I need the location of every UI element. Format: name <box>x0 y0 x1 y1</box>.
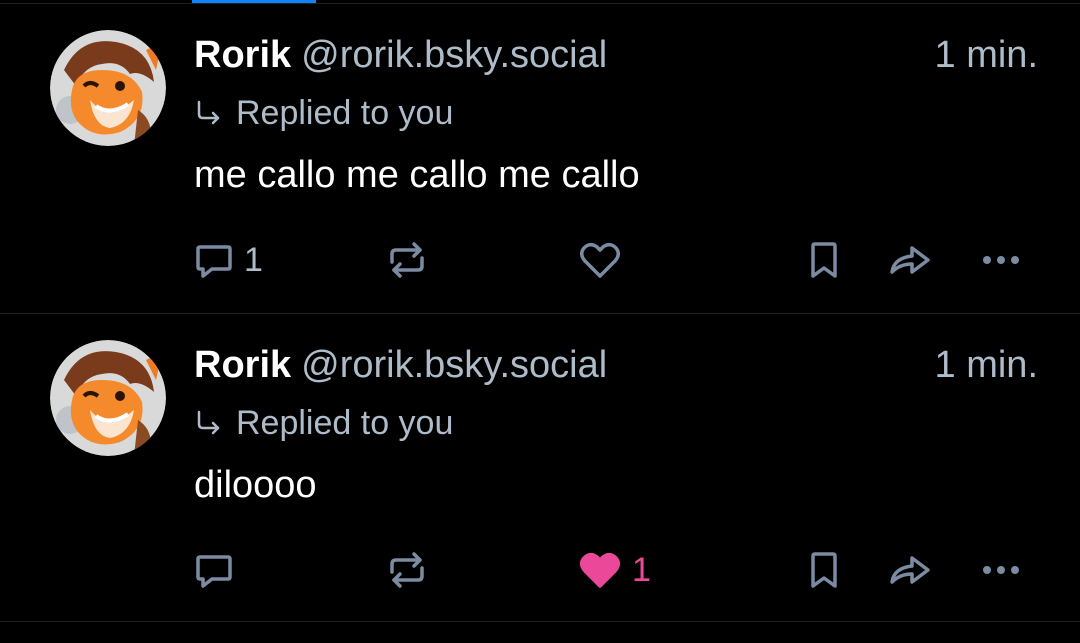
repost-icon <box>390 552 424 588</box>
timestamp[interactable]: 1 min. <box>935 32 1038 78</box>
avatar[interactable] <box>50 340 166 456</box>
reply-context: Replied to you <box>194 92 453 134</box>
like-button[interactable]: 1 <box>576 540 651 600</box>
repost-button[interactable] <box>384 230 430 290</box>
heart-icon <box>580 243 620 278</box>
heart-icon <box>580 553 620 588</box>
more-options-button[interactable] <box>978 540 1024 600</box>
avatar[interactable] <box>50 30 166 146</box>
post-actions: 1 <box>0 540 1080 600</box>
post-text: diloooo <box>194 464 317 506</box>
display-name[interactable]: Rorik <box>194 34 291 76</box>
like-button[interactable] <box>576 230 632 290</box>
repost-button[interactable] <box>384 540 430 600</box>
handle[interactable]: @rorik.bsky.social <box>301 34 607 76</box>
timestamp[interactable]: 1 min. <box>935 342 1038 388</box>
display-name[interactable]: Rorik <box>194 344 291 386</box>
notification-post[interactable]: Rorik @rorik.bsky.social 1 min. Replied t… <box>0 314 1080 622</box>
handle[interactable]: @rorik.bsky.social <box>301 344 607 386</box>
comment-icon <box>196 245 232 278</box>
reply-arrow-icon <box>197 410 220 435</box>
share-button[interactable] <box>886 230 936 290</box>
reply-button[interactable] <box>192 540 244 600</box>
post-text: me callo me callo me callo <box>194 154 640 196</box>
notification-post[interactable]: Rorik @rorik.bsky.social 1 min. Replied t… <box>0 4 1080 314</box>
like-count: 1 <box>632 550 651 589</box>
reply-count: 1 <box>244 240 263 279</box>
comment-icon <box>196 555 232 588</box>
share-icon <box>890 556 930 584</box>
more-icon <box>983 256 1019 264</box>
author-line[interactable]: Rorik @rorik.bsky.social <box>194 342 607 388</box>
more-icon <box>983 566 1019 574</box>
reply-context: Replied to you <box>194 402 453 444</box>
avatar-image <box>50 30 166 146</box>
share-icon <box>890 246 930 274</box>
bookmark-icon <box>811 242 837 278</box>
avatar-image <box>50 340 166 456</box>
post-actions: 1 <box>0 230 1080 290</box>
bookmark-button[interactable] <box>804 540 844 600</box>
bookmark-icon <box>811 552 837 588</box>
reply-arrow-icon <box>197 100 220 125</box>
share-button[interactable] <box>886 540 936 600</box>
reply-context-text: Replied to you <box>236 94 454 132</box>
reply-button[interactable]: 1 <box>192 230 263 290</box>
more-options-button[interactable] <box>978 230 1024 290</box>
reply-context-text: Replied to you <box>236 404 454 442</box>
bookmark-button[interactable] <box>804 230 844 290</box>
author-line[interactable]: Rorik @rorik.bsky.social <box>194 32 607 78</box>
repost-icon <box>390 242 424 278</box>
